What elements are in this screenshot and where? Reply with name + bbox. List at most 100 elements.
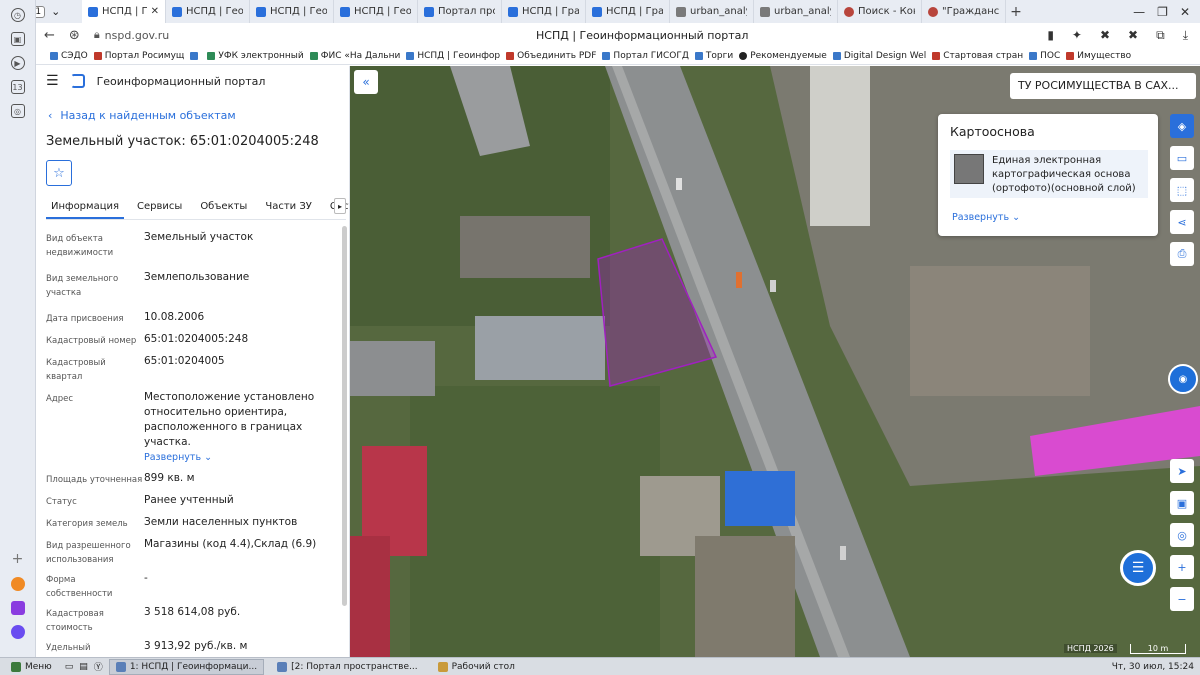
close-window-icon[interactable]: ✕: [1180, 5, 1190, 19]
zoom-out-icon[interactable]: −: [1170, 587, 1194, 611]
app-icon[interactable]: [10, 601, 25, 615]
geolocation-icon[interactable]: ◎: [1170, 523, 1194, 547]
favorite-button[interactable]: ☆: [46, 160, 72, 186]
tab-favicon: [592, 6, 602, 17]
basemap-expand-link[interactable]: Развернуть ⌄: [952, 212, 1020, 223]
maximize-icon[interactable]: ❐: [1157, 5, 1168, 19]
play-icon[interactable]: ▶: [10, 56, 25, 70]
basemap-card: Картооснова Единая электронная картограф…: [938, 114, 1158, 236]
tab-services[interactable]: Сервисы: [132, 194, 187, 219]
browser-tab[interactable]: Поиск - Консу: [838, 0, 922, 23]
layers-icon[interactable]: ◈: [1170, 114, 1194, 138]
chat-icon[interactable]: ☰: [1120, 550, 1156, 586]
browser-icon[interactable]: Ⓨ: [94, 660, 103, 673]
taskbar-task[interactable]: 1: НСПД | Геоинформаци...: [108, 658, 265, 675]
property-row: Площадь уточненная 899 кв. м: [46, 472, 195, 485]
bookmark-item[interactable]: ПОС: [1029, 51, 1060, 61]
property-row: Форма собственности -: [46, 572, 148, 599]
bookmark-item[interactable]: ФИС «На Дальни: [309, 51, 400, 61]
browser-tab[interactable]: urban_analyze: [754, 0, 838, 23]
collections-icon[interactable]: ▣: [10, 32, 25, 46]
extension-icon-2[interactable]: ✖: [1100, 28, 1110, 43]
browser-tab[interactable]: НСПД | Геоин: [334, 0, 418, 23]
add-icon[interactable]: +: [12, 551, 24, 567]
back-to-results-link[interactable]: ‹ Назад к найденным объектам: [48, 109, 236, 122]
address-value: Местоположение установлено относительно …: [144, 391, 315, 448]
bookmark-icon[interactable]: ▮: [1047, 28, 1054, 43]
show-desktop-icon[interactable]: ▭: [65, 662, 74, 672]
star-icon: ☆: [53, 165, 65, 181]
taskbar-task[interactable]: Рабочий стол: [431, 659, 522, 675]
bookmark-item[interactable]: Имущество: [1066, 51, 1131, 61]
tabs-next-button[interactable]: ▸: [334, 198, 346, 214]
taskbar-task[interactable]: [2: Портал пространстве...: [270, 659, 425, 675]
browser-tab[interactable]: Портал простр: [418, 0, 502, 23]
property-row: Категория земель Земли населенных пунктов: [46, 516, 298, 529]
screenshot-icon[interactable]: ◎: [10, 104, 25, 118]
extension-icon-3[interactable]: ✖: [1128, 28, 1138, 43]
address-expand-link[interactable]: Развернуть ⌄: [144, 452, 212, 463]
bookmark-item[interactable]: Портал ГИСОГД: [602, 51, 689, 61]
property-row: Статус Ранее учтенный: [46, 494, 234, 507]
menu-icon[interactable]: ☰: [46, 73, 59, 89]
portal-name: Геоинформационный портал: [96, 74, 266, 88]
bookmark-favicon: [932, 51, 941, 60]
bookmark-item[interactable]: Торги: [694, 51, 733, 61]
browser-tab[interactable]: НСПД | Градос: [586, 0, 670, 23]
tab-info[interactable]: Информация: [46, 194, 125, 219]
map-view[interactable]: « ТУ РОСИМУЩЕСТВА В САХ... Картооснова Е…: [350, 66, 1200, 657]
chevron-down-icon[interactable]: ⌄: [51, 5, 60, 18]
bookmark-favicon: [739, 51, 748, 60]
basemap-layer-item[interactable]: Единая электронная картографическая осно…: [950, 150, 1148, 198]
browser-tab[interactable]: НСПД | Градос: [502, 0, 586, 23]
url-field[interactable]: 🔒︎ nspd.gov.ru: [94, 28, 169, 42]
zoom-in-icon[interactable]: +: [1170, 555, 1194, 579]
share-icon[interactable]: ⋖: [1170, 210, 1194, 234]
assistant-badge-icon[interactable]: ◉: [1168, 364, 1198, 394]
files-icon[interactable]: ▤: [79, 662, 88, 672]
organization-select[interactable]: ТУ РОСИМУЩЕСТВА В САХ...: [1010, 73, 1196, 99]
property-row: Вид земельного участка Землепользование: [46, 271, 250, 298]
yandex-icon[interactable]: ⊛: [69, 28, 80, 43]
bookmark-item[interactable]: СЭДО: [50, 51, 88, 61]
bookmark-item[interactable]: Рекомендуемые: [739, 51, 827, 61]
bookmark-item[interactable]: НСПД | Геоинфор: [406, 51, 500, 61]
browser-tab[interactable]: НСПД | Геоинф: [166, 0, 250, 23]
extension-icon[interactable]: ✦: [1072, 28, 1082, 43]
bookmark-item[interactable]: Digital Design Wel: [832, 51, 926, 61]
calendar-icon[interactable]: 13: [10, 80, 25, 94]
close-icon[interactable]: ✕: [151, 6, 159, 17]
select-area-icon[interactable]: ⬚: [1170, 178, 1194, 202]
browser-tab[interactable]: НСПД | Геоин✕: [82, 0, 166, 23]
locate-icon[interactable]: ➤: [1170, 459, 1194, 483]
new-tab-button[interactable]: +: [1006, 4, 1026, 20]
alice-icon[interactable]: [10, 625, 25, 639]
minimap-icon[interactable]: ▣: [1170, 491, 1194, 515]
panel-header: ☰ Геоинформационный портал: [36, 66, 349, 96]
folder-icon: [437, 661, 448, 672]
odnoklassniki-icon[interactable]: [10, 577, 25, 591]
browser-tab[interactable]: urban_analyze: [670, 0, 754, 23]
bookmark-item[interactable]: Объединить PDF: [506, 51, 596, 61]
property-row: Кадастровая стоимость 3 518 614,08 руб.: [46, 606, 241, 633]
tab-objects[interactable]: Объекты: [195, 194, 252, 219]
print-icon[interactable]: ⎙: [1170, 242, 1194, 266]
bookmark-item[interactable]: УФК электронный: [207, 51, 304, 61]
bookmark-item[interactable]: [190, 51, 201, 60]
collapse-panel-button[interactable]: «: [354, 70, 378, 94]
tab-parts[interactable]: Части ЗУ: [260, 194, 317, 219]
browser-tab[interactable]: НСПД | Геоинф: [250, 0, 334, 23]
panel-scrollbar[interactable]: [342, 226, 347, 606]
clock-icon[interactable]: ◷: [10, 8, 25, 22]
extensions-icon[interactable]: ⧉: [1156, 28, 1165, 43]
download-icon[interactable]: ⤓: [1183, 28, 1188, 43]
bookmark-item[interactable]: Стартовая стран: [932, 51, 1023, 61]
start-menu-button[interactable]: Меню: [4, 659, 59, 675]
bookmark-item[interactable]: Портал Росимущ: [93, 51, 184, 61]
browser-tab[interactable]: "Гражданский: [922, 0, 1006, 23]
page-title: НСПД | Геоинформационный портал: [536, 28, 749, 42]
back-arrow-icon[interactable]: ←: [44, 28, 55, 43]
minimize-icon[interactable]: —: [1133, 5, 1145, 19]
ruler-icon[interactable]: ▭: [1170, 146, 1194, 170]
bookmark-favicon: [50, 51, 58, 60]
